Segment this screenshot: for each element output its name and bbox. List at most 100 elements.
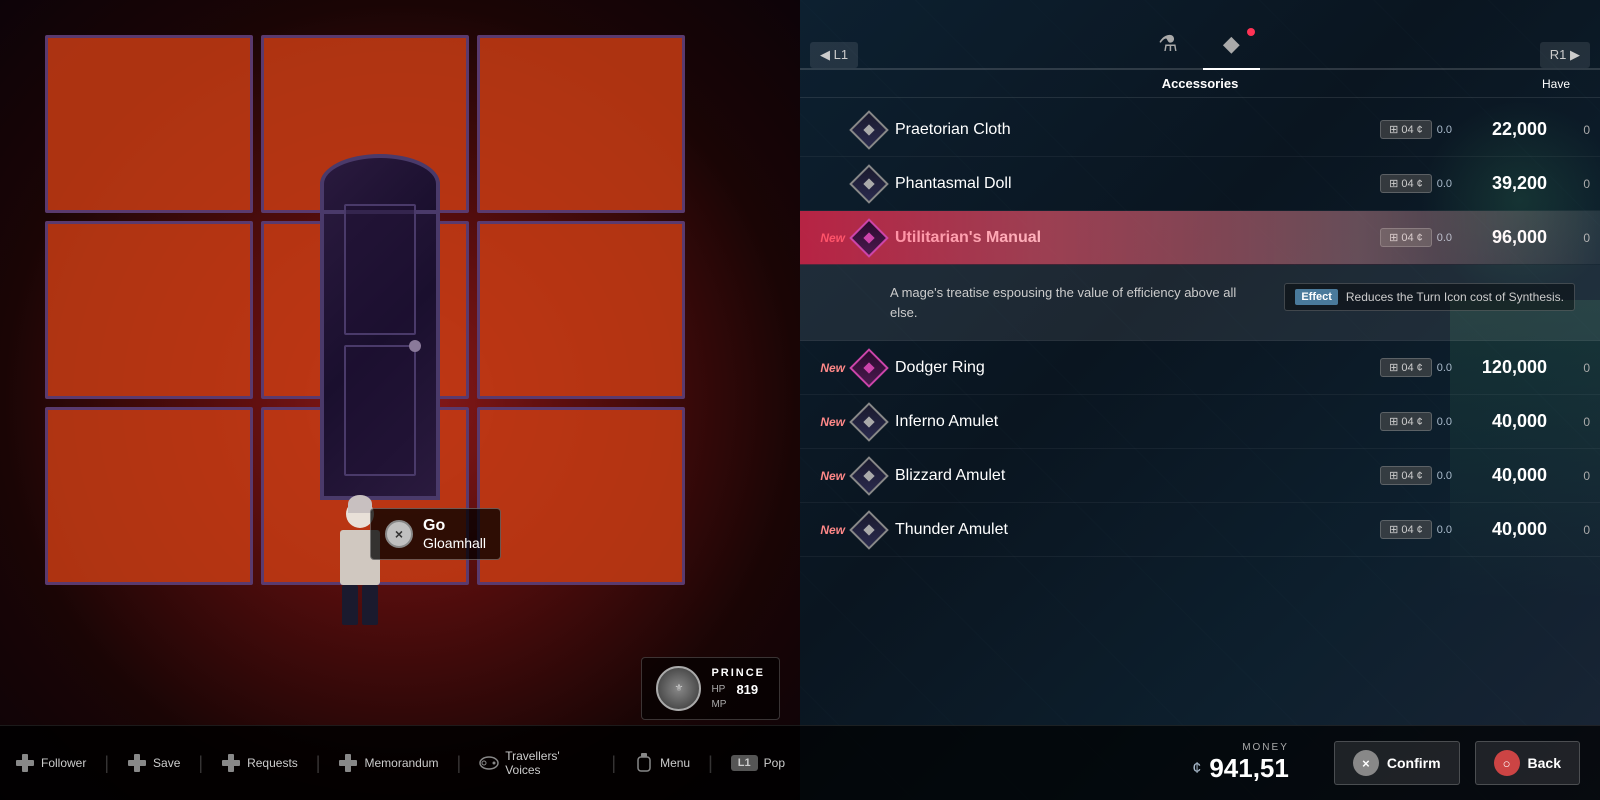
price-display: 22,000 [1457, 119, 1547, 140]
item-count: 0 [1560, 361, 1590, 375]
dpad-icon [221, 753, 241, 773]
tab-navigation: ◀ L1 ⚗ ◆ R1 ▶ [800, 0, 1600, 70]
price-display: 40,000 [1457, 465, 1547, 486]
item-diamond-icon [849, 456, 889, 496]
shop-bottom-bar: MONEY ¢ 941,51 × Confirm ○ Back [800, 725, 1600, 800]
list-item[interactable]: New Dodger Ring ⊞ 04 ¢ 0.0 120,000 0 [800, 341, 1600, 395]
accessories-icon: ◆ [1223, 31, 1240, 57]
door [320, 180, 440, 500]
divider: | [708, 753, 713, 774]
menu-button[interactable]: Menu [634, 753, 690, 773]
divider: | [316, 753, 321, 774]
follower-button[interactable]: Follower [15, 753, 86, 773]
x-button-icon: × [1353, 750, 1379, 776]
window-pane [45, 35, 253, 213]
new-badge: New [810, 415, 845, 429]
travellers-voices-button[interactable]: Travellers' Voices [479, 749, 593, 777]
dpad-icon [15, 753, 35, 773]
requests-button[interactable]: Requests [221, 753, 298, 773]
circle-button-icon: ○ [1494, 750, 1520, 776]
effect-label: Effect [1295, 289, 1338, 305]
prompt-location: Gloamhall [423, 535, 486, 551]
list-item-selected[interactable]: New Utilitarian's Manual ⊞ 04 ¢ 0.0 96,0… [800, 211, 1600, 265]
pop-label: Pop [764, 756, 785, 770]
window-pane [45, 407, 253, 585]
currency-icon: ¢ [1417, 362, 1423, 374]
new-badge: New [810, 231, 845, 245]
memorandum-button[interactable]: Memorandum [338, 753, 438, 773]
stock-icon: ⊞ [1389, 177, 1398, 190]
new-badge: New [810, 361, 845, 375]
follower-label: Follower [41, 756, 86, 770]
stock-value: 04 [1401, 362, 1413, 374]
price-display: 96,000 [1457, 227, 1547, 248]
item-diamond-icon [849, 510, 889, 550]
mp-bar-row: MP [711, 699, 765, 710]
confirm-button[interactable]: × Confirm [1334, 741, 1460, 785]
player-hud: ⚜ Prince HP 819 MP [641, 657, 780, 720]
prompt-action: Go [423, 517, 486, 535]
money-display: MONEY ¢ 941,51 [1192, 742, 1288, 784]
dpad-icon [338, 753, 358, 773]
currency-display: 0.0 [1437, 524, 1452, 536]
mp-label: MP [711, 699, 731, 710]
stock-badge: ⊞ 04 ¢ [1380, 174, 1432, 193]
new-badge: New [810, 469, 845, 483]
interaction-prompt[interactable]: × Go Gloamhall [370, 508, 501, 560]
currency-display: 0.0 [1437, 470, 1452, 482]
stat-bars: HP 819 MP [711, 682, 765, 710]
bottle-icon [634, 753, 654, 773]
list-item[interactable]: New Blizzard Amulet ⊞ 04 ¢ 0.0 40,000 0 [800, 449, 1600, 503]
have-header: Have [1510, 77, 1570, 91]
item-description-text: A mage's treatise espousing the value of… [890, 283, 1264, 322]
tab-left-arrow[interactable]: ◀ L1 [810, 42, 858, 68]
new-badge: New [810, 523, 845, 537]
price-display: 120,000 [1457, 357, 1547, 378]
diamond-inner [863, 124, 874, 135]
prompt-text: Go Gloamhall [423, 517, 486, 551]
item-name: Phantasmal Doll [895, 175, 1380, 193]
window-pane [477, 35, 685, 213]
back-button[interactable]: ○ Back [1475, 741, 1580, 785]
requests-label: Requests [247, 756, 298, 770]
item-name: Dodger Ring [895, 359, 1380, 377]
l1-badge: L1 [731, 755, 758, 771]
currency-display: 0.0 [1437, 362, 1452, 374]
player-title: Prince [711, 667, 765, 679]
item-price-group: ⊞ 04 ¢ 0.0 120,000 0 [1380, 357, 1590, 378]
item-price-group: ⊞ 04 ¢ 0.0 22,000 0 [1380, 119, 1590, 140]
tab-potion[interactable]: ⚗ [1138, 23, 1198, 68]
memorandum-label: Memorandum [364, 756, 438, 770]
price-display: 39,200 [1457, 173, 1547, 194]
character-leg-right [362, 585, 378, 625]
currency-display: 0.0 [1437, 178, 1452, 190]
item-price-group: ⊞ 04 ¢ 0.0 40,000 0 [1380, 519, 1590, 540]
item-name: Thunder Amulet [895, 521, 1380, 539]
item-diamond-icon [849, 110, 889, 150]
list-item[interactable]: New Inferno Amulet ⊞ 04 ¢ 0.0 40,000 0 [800, 395, 1600, 449]
item-count: 0 [1560, 469, 1590, 483]
item-price-group: ⊞ 04 ¢ 0.0 40,000 0 [1380, 465, 1590, 486]
stock-badge: ⊞ 04 ¢ [1380, 520, 1432, 539]
currency-icon: ¢ [1417, 470, 1423, 482]
diamond-inner [863, 232, 874, 243]
list-item[interactable]: Praetorian Cloth ⊞ 04 ¢ 0.0 22,000 0 [800, 103, 1600, 157]
pop-button[interactable]: L1 Pop [731, 755, 785, 771]
item-description-content: A mage's treatise espousing the value of… [810, 273, 1590, 332]
stock-badge: ⊞ 04 ¢ [1380, 228, 1432, 247]
currency-display: 0.0 [1437, 124, 1452, 136]
item-description-row: A mage's treatise espousing the value of… [800, 265, 1600, 341]
stock-value: 04 [1401, 524, 1413, 536]
hp-label: HP [711, 684, 731, 695]
currency-display: 0.0 [1437, 232, 1452, 244]
list-item[interactable]: Phantasmal Doll ⊞ 04 ¢ 0.0 39,200 0 [800, 157, 1600, 211]
tab-accessories[interactable]: ◆ [1203, 23, 1260, 68]
list-item[interactable]: New Thunder Amulet ⊞ 04 ¢ 0.0 40,000 0 [800, 503, 1600, 557]
tab-right-arrow[interactable]: R1 ▶ [1540, 42, 1590, 68]
currency-icon: ¢ [1417, 416, 1423, 428]
item-name: Praetorian Cloth [895, 121, 1380, 139]
divider: | [198, 753, 203, 774]
save-button[interactable]: Save [127, 753, 180, 773]
item-price-group: ⊞ 04 ¢ 0.0 40,000 0 [1380, 411, 1590, 432]
item-name: Utilitarian's Manual [895, 229, 1380, 247]
